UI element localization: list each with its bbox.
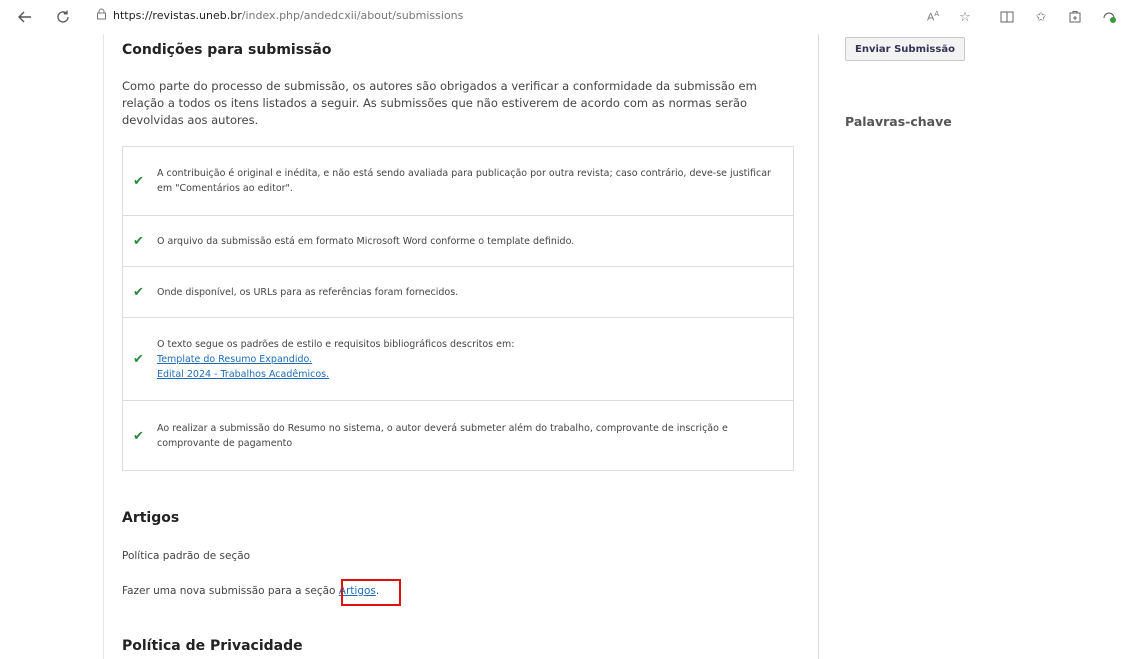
conditions-title: Condições para submissão (122, 42, 332, 58)
favorite-star-icon[interactable]: ☆ (954, 6, 976, 28)
collections-icon[interactable] (1064, 6, 1086, 28)
refresh-icon[interactable] (52, 6, 74, 28)
privacy-title: Política de Privacidade (122, 638, 303, 654)
browser-toolbar: https://revistas.uneb.br/index.php/anded… (0, 0, 1135, 34)
checklist-item-text: O texto segue os padrões de estilo e req… (157, 337, 514, 382)
checklist-item-text: O arquivo da submissão está em formato M… (157, 235, 575, 247)
url-host: https://revistas.uneb.br (113, 9, 242, 22)
artigos-policy: Política padrão de seção (122, 550, 251, 562)
checklist-item: ✔ O arquivo da submissão está em formato… (123, 216, 793, 267)
conditions-intro: Como parte do processo de submissão, os … (122, 79, 757, 127)
highlight-box (341, 579, 401, 606)
new-submission-prefix: Fazer uma nova submissão para a seção (122, 585, 339, 597)
checklist-item: ✔ Onde disponível, os URLs para as refer… (123, 267, 793, 318)
submission-checklist: ✔ A contribuição é original e inédita, e… (122, 146, 794, 471)
checklist-item: ✔ A contribuição é original e inédita, e… (123, 147, 793, 216)
submit-button[interactable]: Enviar Submissão (845, 37, 965, 61)
favorites-icon[interactable]: ✩ (1030, 6, 1052, 28)
checklist-item: ✔ O texto segue os padrões de estilo e r… (123, 318, 793, 401)
browser-essentials-icon[interactable] (1098, 6, 1120, 28)
edital-2024-link[interactable]: Edital 2024 - Trabalhos Acadêmicos. (157, 367, 514, 382)
keywords-title: Palavras-chave (845, 114, 952, 129)
content-left-border (103, 34, 104, 659)
read-aloud-icon[interactable]: AA (922, 6, 944, 28)
template-resumo-link[interactable]: Template do Resumo Expandido. (157, 352, 514, 367)
checkmark-icon: ✔ (133, 173, 144, 188)
split-screen-icon[interactable] (996, 6, 1018, 28)
lock-icon (96, 8, 107, 23)
back-arrow-icon[interactable] (14, 6, 36, 28)
checklist-item-text: A contribuição é original e inédita, e n… (157, 168, 771, 194)
sidebar-divider (818, 34, 819, 659)
checklist-item-text: Onde disponível, os URLs para as referên… (157, 286, 459, 298)
checklist-item-text: Ao realizar a submissão do Resumo no sis… (157, 422, 728, 449)
checkmark-icon: ✔ (133, 427, 144, 443)
checkmark-icon: ✔ (133, 351, 144, 366)
checklist-item-label: O texto segue os padrões de estilo e req… (157, 338, 515, 350)
url-path: /index.php/andedcxii/about/submissions (241, 9, 464, 22)
address-bar[interactable]: https://revistas.uneb.br/index.php/anded… (96, 8, 463, 23)
checkmark-icon: ✔ (133, 233, 144, 248)
checklist-item: ✔ Ao realizar a submissão do Resumo no s… (123, 401, 793, 470)
checkmark-icon: ✔ (133, 284, 144, 299)
artigos-title: Artigos (122, 510, 180, 526)
